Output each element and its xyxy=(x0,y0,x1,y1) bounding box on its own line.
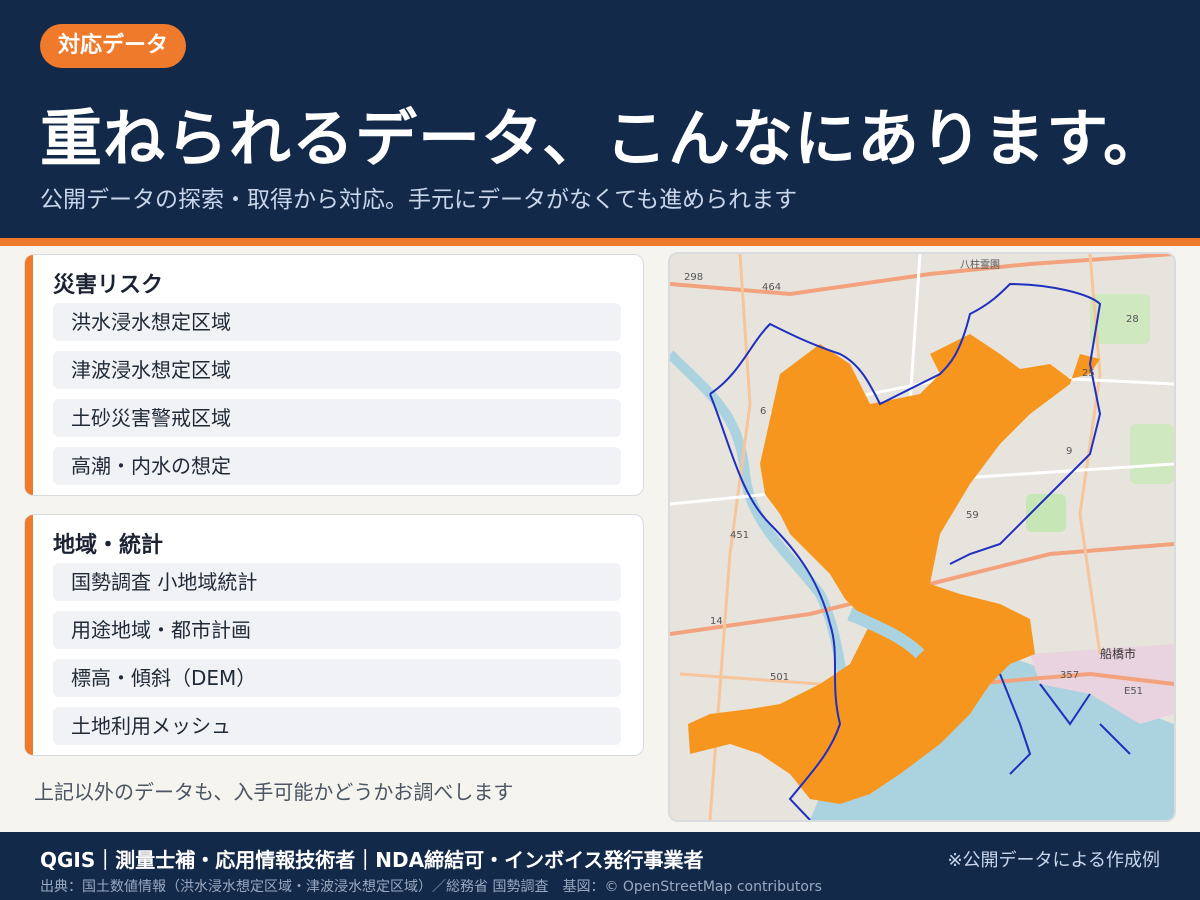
map-example: 298 464 八柱霊園 28 25 9 59 451 14 501 357 E… xyxy=(668,252,1176,822)
card-accent xyxy=(25,255,33,495)
list-item: 高潮・内水の想定 xyxy=(53,447,621,485)
card-title: 災害リスク xyxy=(53,273,164,298)
footer: QGIS｜測量士補・応用情報技術者｜NDA締結可・インボイス発行事業者 ※公開デ… xyxy=(0,832,1200,900)
page-title: 重ねられるデータ、こんなにあります。 xyxy=(40,102,1166,175)
map-label: 14 xyxy=(710,616,723,627)
list-item: 津波浸水想定区域 xyxy=(53,351,621,389)
map-label: 25 xyxy=(1082,368,1095,379)
list-item: 国勢調査 小地域統計 xyxy=(53,563,621,601)
note-text: 上記以外のデータも、入手可能かどうかお調べします xyxy=(34,780,514,804)
card-region-stats: 地域・統計 国勢調査 小地域統計 用途地域・都市計画 標高・傾斜（DEM） 土地… xyxy=(24,514,644,756)
badge: 対応データ xyxy=(40,24,187,68)
map-label: 八柱霊園 xyxy=(960,258,1000,271)
map-label: 501 xyxy=(770,672,789,683)
map-park xyxy=(1130,424,1174,484)
map-label: 357 xyxy=(1060,670,1079,681)
list-item: 標高・傾斜（DEM） xyxy=(53,659,621,697)
map-label: 298 xyxy=(684,272,703,283)
map-label: 9 xyxy=(1066,446,1072,457)
header-banner: 対応データ 重ねられるデータ、こんなにあります。 公開データの探索・取得から対応… xyxy=(0,0,1200,238)
list-item: 土地利用メッシュ xyxy=(53,707,621,745)
map-label: 船橋市 xyxy=(1100,646,1136,661)
list-item: 土砂災害警戒区域 xyxy=(53,399,621,437)
list-item: 用途地域・都市計画 xyxy=(53,611,621,649)
card-disaster-risk: 災害リスク 洪水浸水想定区域 津波浸水想定区域 土砂災害警戒区域 高潮・内水の想… xyxy=(24,254,644,496)
card-title: 地域・統計 xyxy=(53,533,164,558)
map-label: 6 xyxy=(760,406,766,417)
map-label: 59 xyxy=(966,510,979,521)
map-label: 28 xyxy=(1126,314,1139,325)
map-label: E51 xyxy=(1124,686,1143,697)
map-label: 464 xyxy=(762,282,781,293)
map-label: 451 xyxy=(730,530,749,541)
map-park xyxy=(1090,294,1150,344)
footer-source: 出典：国土数値情報（洪水浸水想定区域・津波浸水想定区域）／総務省 国勢調査 基図… xyxy=(40,879,822,895)
header-divider xyxy=(0,238,1200,246)
page-subtitle: 公開データの探索・取得から対応。手元にデータがなくても進められます xyxy=(40,187,798,213)
card-accent xyxy=(25,515,33,755)
footer-credentials: QGIS｜測量士補・応用情報技術者｜NDA締結可・インボイス発行事業者 xyxy=(40,848,704,872)
footer-note: ※公開データによる作成例 xyxy=(947,850,1160,871)
map-svg: 298 464 八柱霊園 28 25 9 59 451 14 501 357 E… xyxy=(670,254,1174,820)
list-item: 洪水浸水想定区域 xyxy=(53,303,621,341)
